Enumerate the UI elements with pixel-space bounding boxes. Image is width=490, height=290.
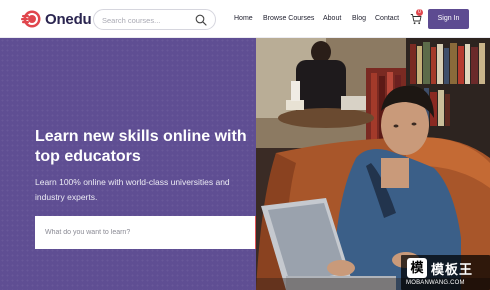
- hero-search-box: [35, 216, 255, 249]
- cart-count-badge: 0: [416, 9, 423, 16]
- site-header: Onedu Home Browse Courses About Blog Con…: [0, 0, 490, 38]
- watermark-logo: 模: [407, 258, 427, 278]
- watermark-text: 模板王: [431, 262, 474, 277]
- hero-search-input[interactable]: [45, 226, 245, 239]
- sign-in-button[interactable]: Sign In: [428, 9, 469, 29]
- header-search: [93, 9, 216, 30]
- search-icon[interactable]: [195, 14, 207, 26]
- nav-about[interactable]: About: [323, 15, 341, 22]
- nav-contact[interactable]: Contact: [375, 15, 399, 22]
- search-input[interactable]: [102, 13, 192, 27]
- watermark: 模 模板王 MOBANWANG.COM: [401, 255, 490, 290]
- nav-blog[interactable]: Blog: [352, 15, 366, 22]
- watermark-url: MOBANWANG.COM: [406, 280, 465, 286]
- logo-icon: [21, 10, 41, 28]
- hero-photo: [256, 38, 490, 290]
- logo-text: Onedu: [45, 10, 92, 28]
- logo[interactable]: Onedu: [21, 9, 92, 29]
- nav-home[interactable]: Home: [234, 15, 253, 22]
- hero-title: Learn new skills online with top educato…: [35, 128, 247, 165]
- nav-browse-courses[interactable]: Browse Courses: [263, 15, 314, 22]
- hero-subtitle: Learn 100% online with world-class unive…: [35, 177, 230, 202]
